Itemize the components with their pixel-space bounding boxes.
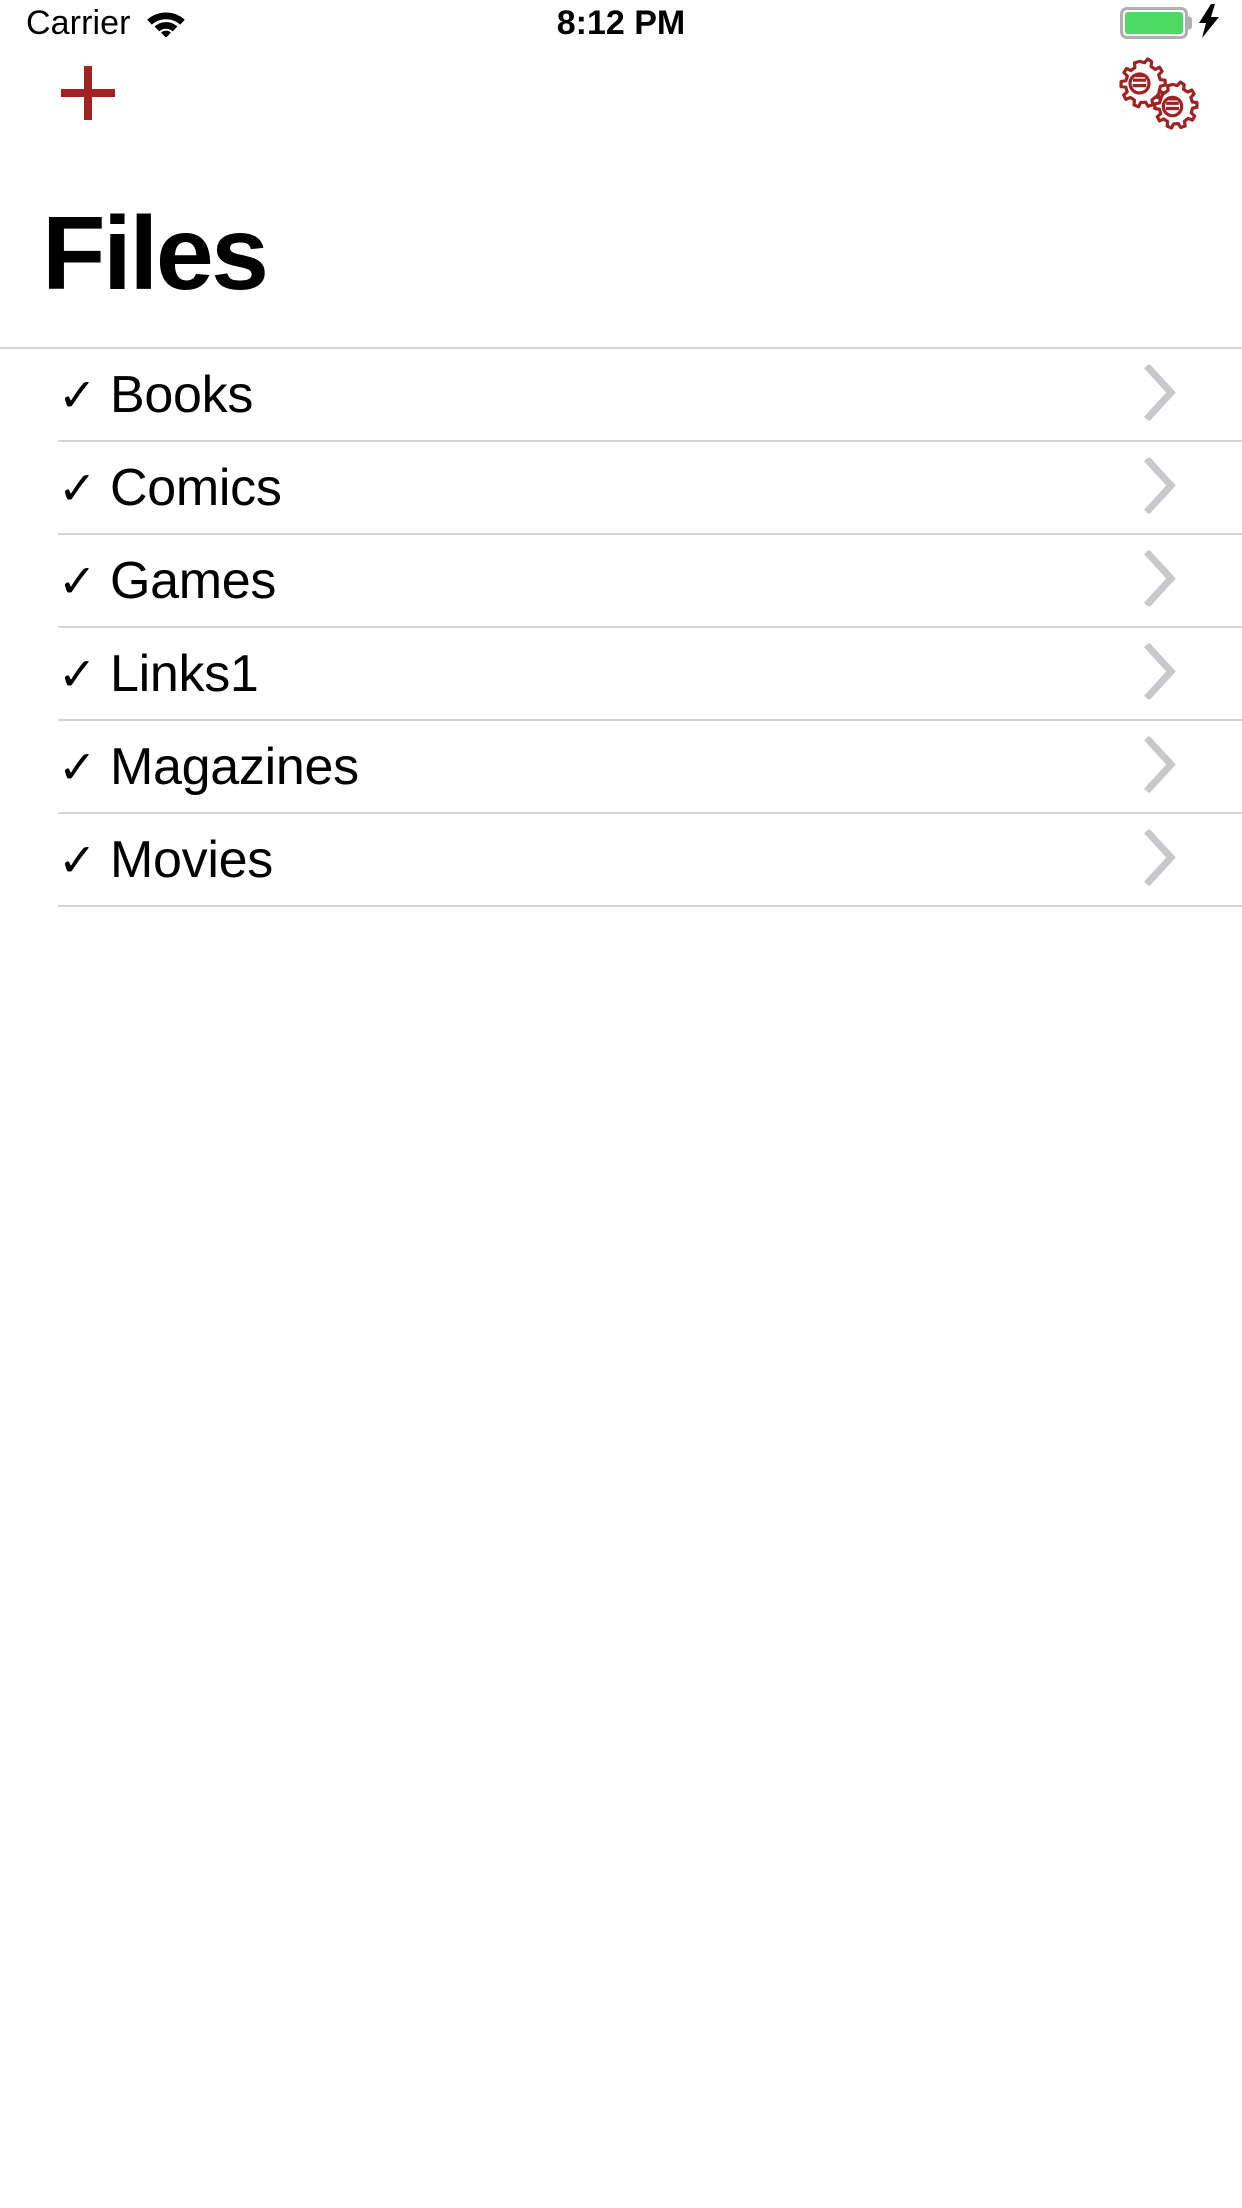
checkmark-icon: ✓ <box>58 368 97 421</box>
chevron-right-icon <box>1144 456 1178 518</box>
list-item[interactable]: ✓ Links1 <box>58 628 1242 721</box>
list-item-label: Comics <box>110 458 282 517</box>
checkmark-icon: ✓ <box>58 833 97 886</box>
list-item[interactable]: ✓ Books <box>58 349 1242 442</box>
files-list: ✓ Books ✓ Comics ✓ Games ✓ Links1 ✓ Maga… <box>0 347 1242 907</box>
plus-icon <box>55 60 121 131</box>
status-bar-right <box>1120 3 1220 43</box>
status-bar: Carrier 8:12 PM <box>0 0 1242 46</box>
navigation-bar <box>0 46 1242 138</box>
add-button[interactable] <box>40 60 136 130</box>
settings-button[interactable] <box>1102 54 1212 138</box>
gears-icon <box>1109 53 1205 140</box>
checkmark-icon: ✓ <box>58 647 97 700</box>
battery-fill <box>1125 12 1183 34</box>
list-item-label: Movies <box>110 830 273 889</box>
chevron-right-icon <box>1144 642 1178 704</box>
battery-cap <box>1187 16 1192 30</box>
list-item[interactable]: ✓ Magazines <box>58 721 1242 814</box>
list-item[interactable]: ✓ Comics <box>58 442 1242 535</box>
battery-icon <box>1120 7 1192 39</box>
checkmark-icon: ✓ <box>58 740 97 793</box>
status-bar-time: 8:12 PM <box>556 4 686 42</box>
list-item-label: Links1 <box>110 644 259 703</box>
list-item-label: Games <box>110 551 277 610</box>
list-item-label: Magazines <box>110 737 359 796</box>
chevron-right-icon <box>1144 828 1178 890</box>
list-item[interactable]: ✓ Games <box>58 535 1242 628</box>
checkmark-icon: ✓ <box>58 461 97 514</box>
list-item[interactable]: ✓ Movies <box>58 814 1242 907</box>
chevron-right-icon <box>1144 549 1178 611</box>
list-item-label: Books <box>110 365 254 424</box>
lightning-bolt-icon <box>1198 3 1220 43</box>
chevron-right-icon <box>1144 735 1178 797</box>
page-title: Files <box>42 196 269 312</box>
checkmark-icon: ✓ <box>58 554 97 607</box>
chevron-right-icon <box>1144 363 1178 425</box>
